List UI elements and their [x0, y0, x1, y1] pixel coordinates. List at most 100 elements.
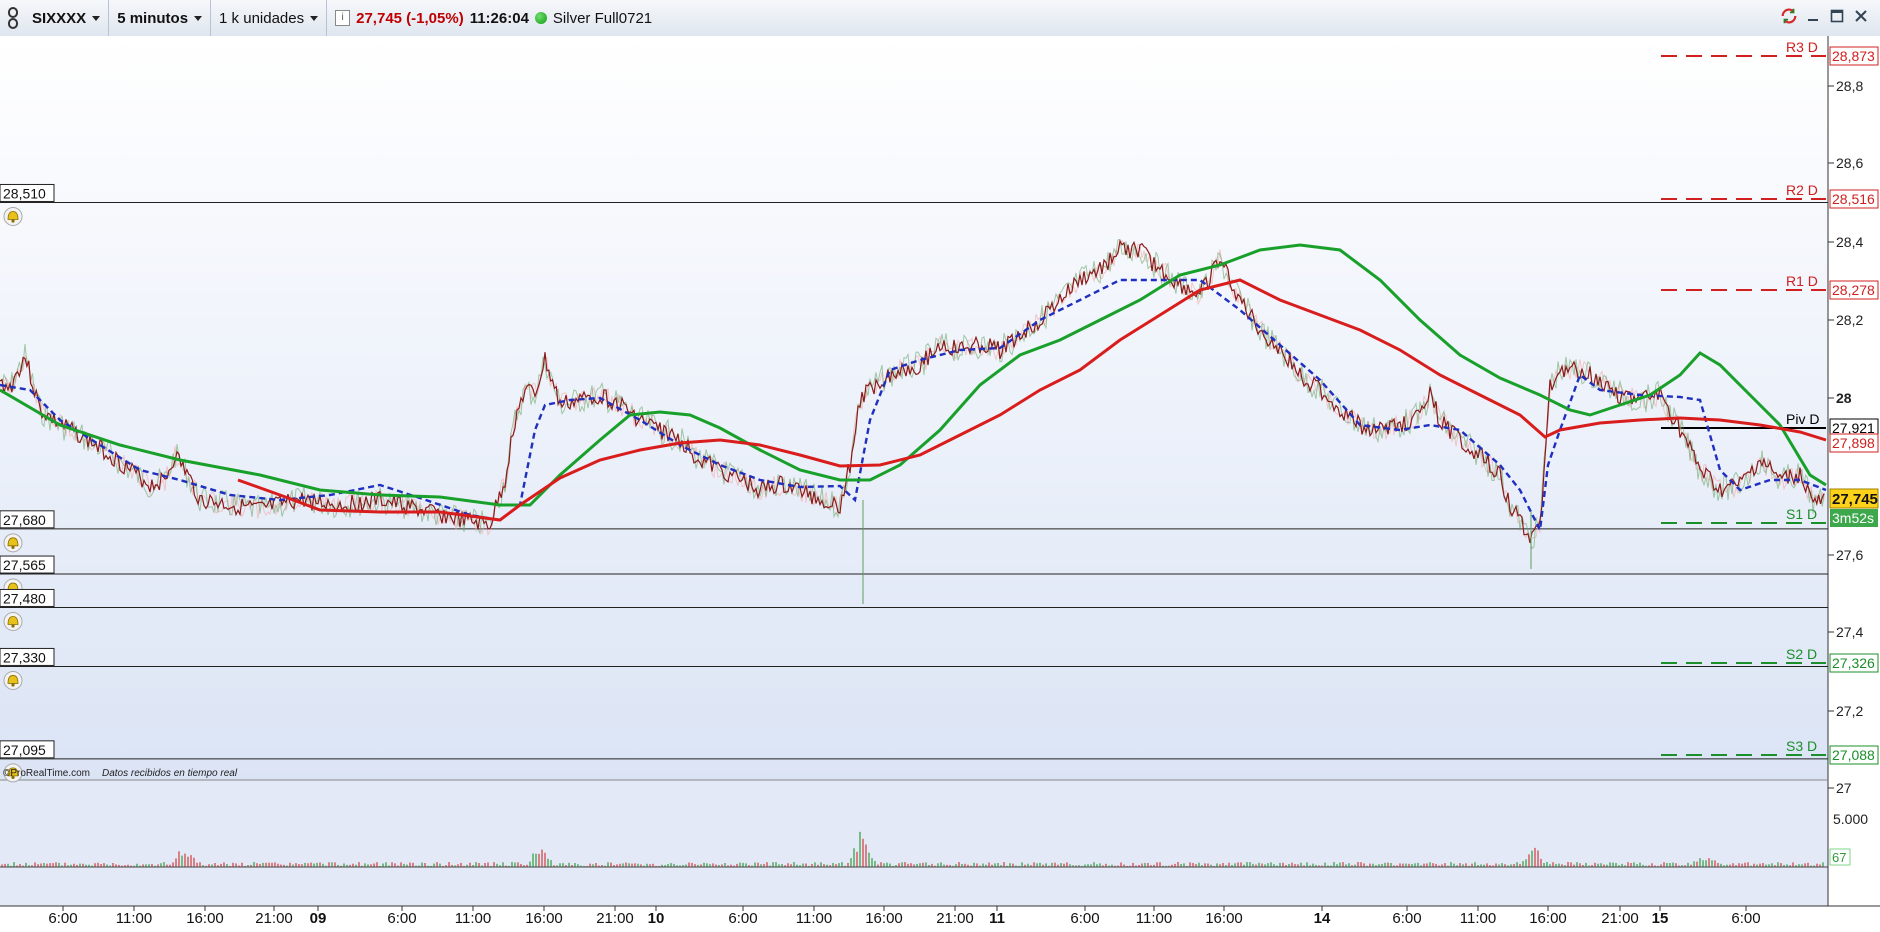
pivot-label: R3 D — [1786, 39, 1818, 55]
alert-label: 27,680 — [0, 510, 55, 529]
connection-status-icon — [534, 12, 547, 24]
clock: 11:26:04 — [469, 9, 529, 27]
volume-tick: 5.000 — [1833, 811, 1868, 827]
alert-label: 27,565 — [0, 555, 55, 574]
time-tick-label: 11:00 — [116, 910, 152, 927]
instrument-label: SIXXXX — [32, 9, 87, 27]
quote-info: i 27,745 (-1,05%) 11:26:04 Silver Full07… — [327, 0, 660, 36]
time-tick-label: 6:00 — [728, 910, 757, 927]
footer-brand: ©ProRealTime.com — [3, 768, 90, 779]
ma-tag: 27,898 — [1829, 433, 1879, 453]
time-tick-label: 16:00 — [1205, 910, 1243, 927]
time-tick-label: 6:00 — [1070, 910, 1099, 927]
time-tick-label: 11:00 — [796, 910, 832, 927]
pivot-tag: 28,278 — [1829, 280, 1879, 300]
current-price-tag: 27,745 — [1829, 488, 1879, 509]
price-tick-label: 27,2 — [1836, 703, 1863, 719]
pivot-tag: 28,516 — [1829, 189, 1879, 209]
chevron-down-icon — [310, 15, 319, 21]
bell-icon[interactable] — [3, 533, 23, 553]
alert-label: 27,095 — [0, 740, 55, 759]
link-icon[interactable] — [2, 4, 24, 32]
chevron-down-icon — [194, 15, 203, 21]
volume-current: 67 — [1832, 850, 1846, 865]
bell-icon[interactable] — [3, 670, 23, 690]
alert-value: 27,680 — [3, 512, 46, 528]
countdown-tag: 3m52s — [1830, 509, 1878, 527]
price-tick-label: 28,8 — [1836, 78, 1863, 94]
pivot-tag: 28,873 — [1829, 46, 1879, 66]
timeframe-label: 5 minutos — [117, 9, 189, 27]
pivot-label: Piv D — [1786, 411, 1819, 427]
volume-tag: 67 — [1829, 848, 1851, 866]
chart-area[interactable]: 28,510 27,680 27,565 27,480 27,330 27,095 R3 … — [0, 36, 1880, 927]
units-selector[interactable]: 1 k unidades — [211, 0, 328, 36]
time-tick-label: 21:00 — [1601, 910, 1639, 927]
pivot-tag: 27,326 — [1829, 653, 1879, 673]
time-tick-label: 11:00 — [1136, 910, 1172, 927]
alert-value: 27,095 — [3, 742, 46, 758]
time-tick-label: 16:00 — [525, 910, 563, 927]
countdown: 3m52s — [1832, 510, 1874, 526]
pivot-value: 28,278 — [1832, 282, 1875, 298]
info-icon[interactable]: i — [335, 10, 351, 26]
time-tick-label: 6:00 — [387, 910, 416, 927]
pivot-label: S2 D — [1786, 646, 1817, 662]
chevron-down-icon — [92, 15, 101, 21]
time-tick-label: 09 — [310, 910, 327, 927]
time-tick-label: 16:00 — [865, 910, 903, 927]
time-tick-label: 21:00 — [596, 910, 634, 927]
price-panel-bg — [0, 36, 1828, 780]
window-controls — [1780, 7, 1870, 25]
close-icon[interactable] — [1852, 7, 1870, 25]
sync-icon[interactable] — [1780, 7, 1798, 25]
time-tick-label: 10 — [648, 910, 665, 927]
price-tick-label: 27 — [1836, 780, 1852, 796]
bell-icon[interactable] — [3, 206, 23, 226]
price-tick-label: 28 — [1836, 390, 1852, 406]
alert-label: 28,510 — [0, 183, 55, 202]
pivot-value: 27,326 — [1832, 655, 1875, 671]
price-tick-label: 28,4 — [1836, 234, 1863, 250]
time-tick-label: 6:00 — [1392, 910, 1421, 927]
alert-value: 28,510 — [3, 185, 46, 201]
price-tick-label: 27,4 — [1836, 624, 1863, 640]
alert-label: 27,480 — [0, 588, 55, 607]
pivot-tag: 27,088 — [1829, 745, 1879, 765]
account-label: Silver Full0721 — [552, 9, 653, 27]
maximize-icon[interactable] — [1828, 7, 1846, 25]
volume-panel-bg — [0, 780, 1828, 906]
chart-toolbar: SIXXXX 5 minutos 1 k unidades i 27,745 (… — [0, 0, 1880, 37]
time-tick-label: 15 — [1652, 910, 1669, 927]
alert-label: 27,330 — [0, 647, 55, 666]
last-price: 27,745 (-1,05%) — [356, 9, 464, 27]
price-tick-label: 28,2 — [1836, 312, 1863, 328]
time-tick-label: 11 — [989, 910, 1005, 927]
ma-tag-value: 27,898 — [1832, 435, 1875, 451]
current-price: 27,745 — [1832, 491, 1878, 508]
pivot-label: R2 D — [1786, 182, 1818, 198]
price-tick-label: 28,6 — [1836, 155, 1863, 171]
time-tick-label: 16:00 — [1529, 910, 1567, 927]
units-label: 1 k unidades — [219, 9, 305, 27]
bell-icon[interactable] — [3, 611, 23, 631]
time-tick-label: 11:00 — [1460, 910, 1496, 927]
minimize-icon[interactable] — [1804, 7, 1822, 25]
pivot-value: 27,088 — [1832, 747, 1875, 763]
alert-value: 27,480 — [3, 590, 46, 606]
time-tick-label: 6:00 — [1731, 910, 1760, 927]
time-tick-label: 11:00 — [455, 910, 491, 927]
alert-value: 27,330 — [3, 649, 46, 665]
time-tick-label: 21:00 — [936, 910, 974, 927]
time-tick-label: 6:00 — [48, 910, 77, 927]
price-tick-label: 27,6 — [1836, 547, 1863, 563]
time-tick-label: 14 — [1314, 910, 1331, 927]
pivot-value: 28,516 — [1832, 191, 1875, 207]
timeframe-selector[interactable]: 5 minutos — [109, 0, 212, 36]
time-tick-label: 16:00 — [186, 910, 224, 927]
footer-note: Datos recibidos en tiempo real — [102, 768, 238, 779]
instrument-selector[interactable]: SIXXXX — [24, 0, 110, 36]
time-tick-label: 21:00 — [255, 910, 293, 927]
pivot-label: R1 D — [1786, 273, 1818, 289]
alert-value: 27,565 — [3, 557, 46, 573]
